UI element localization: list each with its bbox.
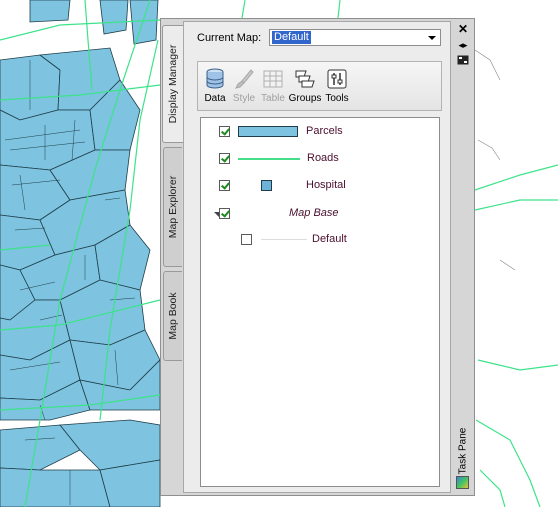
task-pane-title: Task Pane [457, 427, 469, 475]
layer-name: Hospital [306, 179, 346, 191]
app-logo-icon[interactable] [456, 476, 469, 489]
tab-display-manager-label: Display Manager [167, 44, 179, 124]
chevron-down-icon[interactable] [428, 36, 436, 40]
layer-row-default[interactable]: Default [201, 230, 439, 250]
current-map-label: Current Map: [197, 32, 262, 44]
point-style-swatch [261, 180, 272, 191]
layer-name: Default [312, 233, 347, 245]
tab-display-manager[interactable]: Display Manager [162, 25, 183, 143]
groups-button[interactable]: Groups [289, 66, 321, 108]
table-button[interactable]: Table [258, 66, 288, 108]
layer-visibility-checkbox[interactable] [219, 153, 230, 164]
line-style-swatch [238, 158, 300, 160]
layer-list: Parcels Roads Hospital Map Base Default [200, 117, 440, 487]
auto-hide-icon[interactable]: ◂▸ [456, 39, 470, 51]
group-name: Map Base [289, 207, 339, 219]
task-pane-title-strip: ✕ ◂▸ Task Pane [453, 21, 473, 493]
layer-row-parcels[interactable]: Parcels [201, 122, 439, 142]
layer-visibility-checkbox[interactable] [219, 126, 230, 137]
tab-map-explorer[interactable]: Map Explorer [163, 147, 182, 267]
layer-name: Roads [307, 152, 339, 164]
tools-icon [327, 69, 347, 89]
style-brush-icon [235, 69, 254, 89]
layer-name: Parcels [306, 125, 343, 137]
task-pane: Display Manager Map Explorer Map Book Cu… [160, 18, 475, 496]
close-icon[interactable]: ✕ [456, 23, 470, 35]
line-style-swatch [261, 239, 307, 240]
layer-visibility-checkbox[interactable] [241, 234, 252, 245]
tools-button[interactable]: Tools [322, 66, 352, 108]
layer-group-map-base[interactable]: Map Base [201, 204, 439, 224]
task-pane-tab-strip: Display Manager Map Explorer Map Book [161, 19, 183, 495]
display-manager-toolbar: Data Style Table Groups Tools [197, 61, 442, 111]
tab-map-book[interactable]: Map Book [163, 271, 182, 361]
display-manager-panel: Current Map: Default Data Style Table Gr… [183, 21, 451, 493]
parcel-layer [0, 0, 161, 507]
tab-map-book-label: Map Book [167, 292, 179, 340]
tools-button-label: Tools [325, 93, 349, 104]
layer-visibility-checkbox[interactable] [219, 180, 230, 191]
group-visibility-checkbox[interactable] [219, 208, 230, 219]
groups-icon [295, 70, 315, 88]
current-map-dropdown[interactable]: Default [269, 29, 441, 46]
properties-icon[interactable] [456, 55, 470, 67]
layer-row-roads[interactable]: Roads [201, 149, 439, 169]
polygon-style-swatch [238, 126, 298, 137]
data-icon [206, 68, 224, 89]
layer-row-hospital[interactable]: Hospital [201, 176, 439, 196]
tab-map-explorer-label: Map Explorer [167, 175, 179, 239]
table-icon [263, 70, 283, 88]
current-map-value: Default [272, 31, 311, 44]
map-base-outline [474, 49, 516, 271]
